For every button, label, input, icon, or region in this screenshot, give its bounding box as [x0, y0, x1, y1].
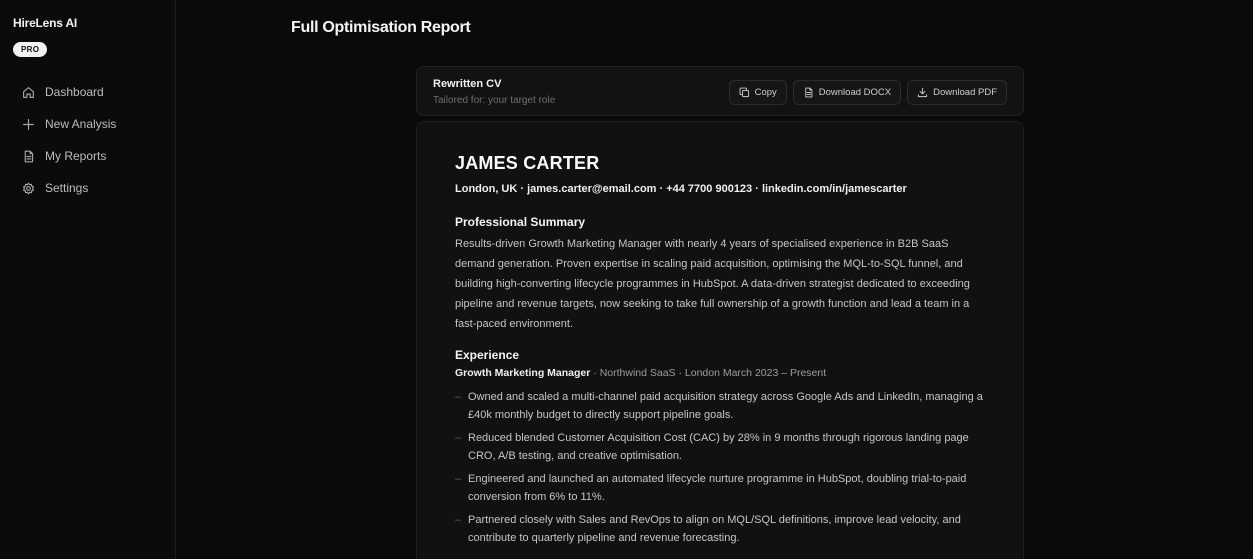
- document-icon: [805, 87, 813, 98]
- main-content: Full Optimisation Report Rewritten CV Ta…: [176, 0, 1253, 559]
- role-title: Growth Marketing Manager: [455, 367, 591, 379]
- home-icon: [23, 86, 34, 98]
- sidebar-item-label: Settings: [45, 181, 89, 195]
- app-window: HireLens AI PRO Dashboard New Analysis M…: [0, 0, 1253, 559]
- sidebar-nav: Dashboard New Analysis My Reports Settin…: [0, 76, 175, 204]
- summary-heading: Professional Summary: [455, 215, 586, 229]
- download-icon: [918, 87, 928, 98]
- list-item: Owned and scaled a multi-channel paid ac…: [455, 388, 985, 424]
- pro-badge: PRO: [13, 42, 48, 57]
- cv-header-card: Rewritten CV Tailored for: your target r…: [416, 66, 1024, 116]
- brand-logo: HireLens AI: [13, 16, 78, 30]
- list-item: Reduced blended Customer Acquisition Cos…: [455, 429, 985, 465]
- sidebar: HireLens AI PRO Dashboard New Analysis M…: [0, 0, 176, 559]
- sidebar-item-my-reports[interactable]: My Reports: [0, 140, 175, 172]
- plus-icon: [23, 118, 34, 130]
- page-title: Full Optimisation Report: [291, 19, 471, 36]
- summary-text: Results-driven Growth Marketing Manager …: [455, 238, 970, 330]
- download-pdf-label: Download PDF: [933, 87, 997, 98]
- experience-heading: Experience: [455, 348, 520, 362]
- sidebar-item-new-analysis[interactable]: New Analysis: [0, 108, 175, 140]
- document-icon: [24, 150, 34, 162]
- cv-actions: Copy Download DOCX Download PDF: [728, 80, 1007, 105]
- cv-contact-line: London, UK · james.carter@email.com · +4…: [455, 183, 907, 195]
- role-meta: · Northwind SaaS · London March 2023 – P…: [590, 367, 827, 379]
- cv-document: JAMES CARTER London, UK · james.carter@e…: [416, 121, 1024, 559]
- experience-bullets: Owned and scaled a multi-channel paid ac…: [455, 388, 985, 547]
- list-item: Partnered closely with Sales and RevOps …: [455, 511, 985, 547]
- sidebar-item-label: Dashboard: [45, 85, 104, 99]
- sidebar-item-dashboard[interactable]: Dashboard: [0, 76, 175, 108]
- sidebar-item-label: My Reports: [45, 149, 107, 163]
- download-docx-button[interactable]: Download DOCX: [792, 80, 902, 105]
- cv-header-title: Rewritten CV: [433, 78, 502, 90]
- cv-header-subtitle: Tailored for: your target role: [433, 95, 556, 106]
- sidebar-item-label: New Analysis: [45, 117, 117, 131]
- cv-name: JAMES CARTER: [455, 153, 600, 173]
- copy-icon: [739, 87, 749, 98]
- role-line: Growth Marketing Manager · Northwind Saa…: [455, 367, 985, 379]
- copy-button-label: Copy: [754, 87, 777, 98]
- sidebar-item-settings[interactable]: Settings: [0, 172, 175, 204]
- download-pdf-button[interactable]: Download PDF: [907, 80, 1007, 105]
- list-item: Engineered and launched an automated lif…: [455, 470, 985, 506]
- download-docx-label: Download DOCX: [818, 87, 892, 98]
- gear-icon: [23, 182, 34, 194]
- copy-button[interactable]: Copy: [728, 80, 787, 105]
